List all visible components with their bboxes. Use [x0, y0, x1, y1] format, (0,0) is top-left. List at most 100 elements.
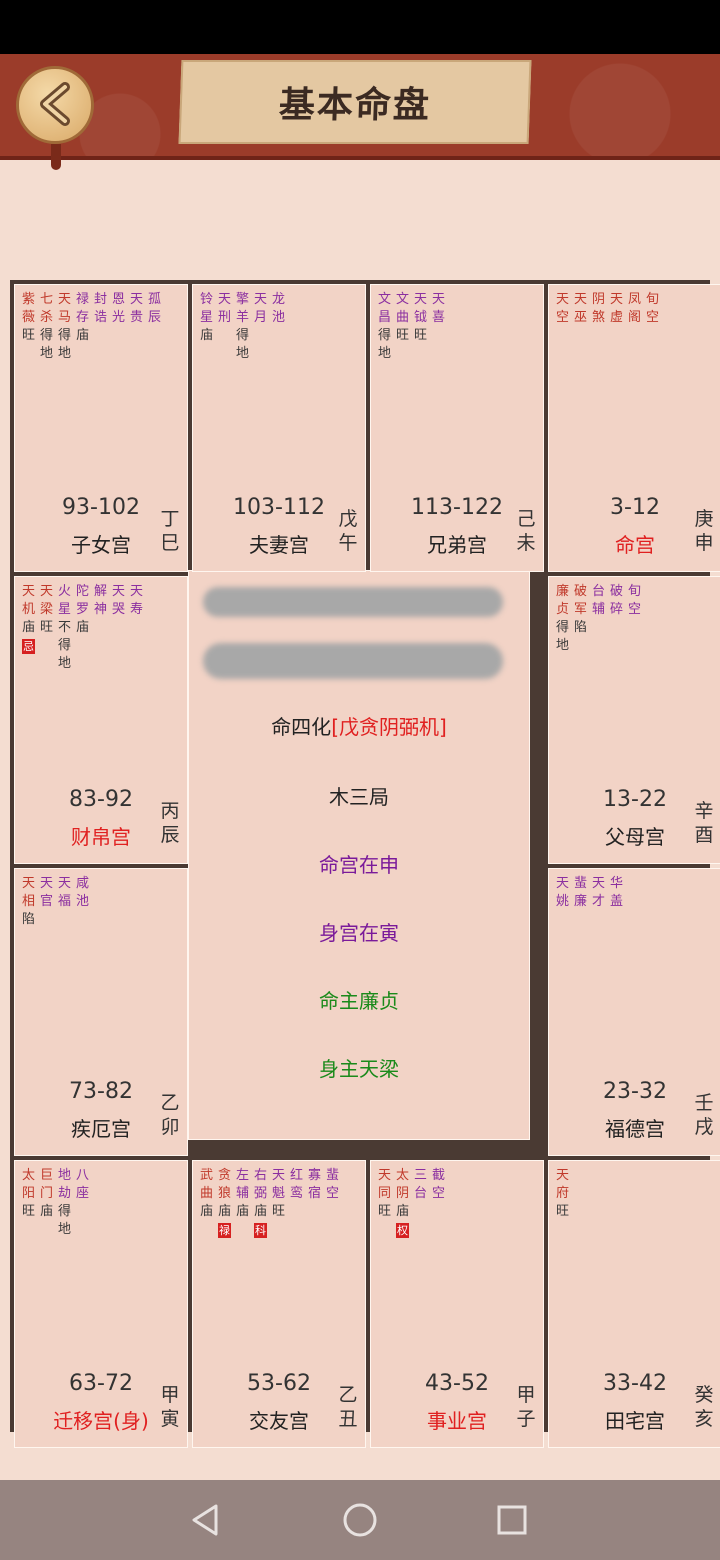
palace-fumu[interactable]: 廉贞得地破军陷台辅破碎旬空 13-22 父母宫辛酉: [548, 576, 720, 864]
star-name-char: 武: [199, 1168, 213, 1183]
shenzhu-text: 身主天梁: [319, 1057, 399, 1081]
star-name-char: 擎: [235, 292, 249, 307]
ganzhi-char: 卯: [160, 1116, 180, 1138]
star-item: 旬空: [645, 291, 660, 327]
star-name-char: 同: [377, 1186, 391, 1201]
star-name-char: 龙: [271, 292, 285, 307]
star-item: 天巫: [573, 291, 588, 327]
star-item: 天官: [39, 875, 54, 929]
palace-qianyi[interactable]: 太阳旺巨门庙地劫得地八座 63-72 迁移宫(身) 甲寅: [14, 1160, 188, 1448]
star-item: 紫薇旺: [21, 291, 36, 363]
star-item: 天魁旺: [271, 1167, 286, 1238]
star-name-char: 太: [21, 1168, 35, 1183]
star-brightness: 旺: [39, 620, 53, 635]
palace-xiongdi[interactable]: 文昌得地文曲旺天钺旺天喜 113-122 兄弟宫己未: [370, 284, 544, 572]
ganzhi-char: 巳: [160, 532, 180, 554]
star-item: 天寿: [129, 583, 144, 673]
palace-fude[interactable]: 天姚蜚廉天才华盖 23-32 福德宫壬戌: [548, 868, 720, 1156]
star-item: 蜚空: [325, 1167, 340, 1238]
star-name-char: 空: [645, 310, 659, 325]
star-name-char: 阴: [591, 292, 605, 307]
star-name-char: 左: [235, 1168, 249, 1183]
star-name-char: 杀: [39, 310, 53, 325]
star-name-char: 梁: [39, 602, 53, 617]
star-list: 天机庙忌天梁旺火星不得地陀罗庙解神天哭天寿: [21, 583, 144, 673]
star-list: 天空天巫阴煞天虚凤阁旬空: [555, 291, 660, 327]
star-brightness: 旺: [395, 328, 409, 343]
star-brightness: 旺: [377, 1204, 391, 1219]
star-item: 贪狼庙禄: [217, 1167, 232, 1238]
star-brightness: 旺: [21, 1204, 35, 1219]
recents-nav-icon[interactable]: [494, 1502, 530, 1538]
star-name-char: 狼: [217, 1186, 231, 1201]
ganzhi-char: 甲: [516, 1384, 536, 1406]
star-item: 天钺旺: [413, 291, 428, 363]
star-item: 解神: [93, 583, 108, 673]
star-brightness: 不: [57, 620, 71, 635]
star-name-char: 解: [93, 584, 107, 599]
star-name-char: 破: [609, 584, 623, 599]
star-item: 天相陷: [21, 875, 36, 929]
star-name-char: 天: [39, 876, 53, 891]
ganzhi-char: 未: [516, 532, 536, 554]
star-name-char: 刑: [217, 310, 231, 325]
star-name-char: 禄: [75, 292, 89, 307]
star-name-char: 存: [75, 310, 89, 325]
star-item: 禄存庙: [75, 291, 90, 363]
back-button[interactable]: [16, 66, 94, 144]
ganzhi-label: 癸亥: [693, 1383, 715, 1431]
star-brightness: 陷: [21, 912, 35, 927]
mingzhu-text: 命主廉贞: [319, 989, 399, 1013]
palace-fuqi[interactable]: 铃星庙天刑擎羊得地天月龙池 103-112 夫妻宫戊午: [192, 284, 366, 572]
star-name-char: 贪: [217, 1168, 231, 1183]
palace-caibo[interactable]: 天机庙忌天梁旺火星不得地陀罗庙解神天哭天寿 83-92 财帛宫丙辰: [14, 576, 188, 864]
palace-tianzhai[interactable]: 天府旺 33-42 田宅宫癸亥: [548, 1160, 720, 1448]
star-name-char: 天: [573, 292, 587, 307]
palace-jiaoyou[interactable]: 武曲庙贪狼庙禄左辅庙右弼庙科天魁旺红鸾寡宿蜚空 53-62 交友宫乙丑: [192, 1160, 366, 1448]
star-name-char: 贵: [129, 310, 143, 325]
star-item: 三台: [413, 1167, 428, 1238]
palace-zinv[interactable]: 紫薇旺七杀得地天马得地禄存庙封诰恩光天贵孤辰 93-102 子女宫丁巳: [14, 284, 188, 572]
star-item: 孤辰: [147, 291, 162, 363]
star-name-char: 天: [21, 584, 35, 599]
star-brightness: 地: [57, 1222, 71, 1237]
navigation-bar: [0, 1480, 720, 1560]
ganzhi-char: 戊: [338, 508, 358, 530]
star-name-char: 廉: [555, 584, 569, 599]
star-item: 天虚: [609, 291, 624, 327]
star-name-char: 马: [57, 310, 71, 325]
star-name-char: 罗: [75, 602, 89, 617]
star-name-char: 七: [39, 292, 53, 307]
star-brightness: 庙: [21, 620, 35, 635]
star-item: 天哭: [111, 583, 126, 673]
star-item: 华盖: [609, 875, 624, 911]
star-name-char: 华: [609, 876, 623, 891]
star-brightness: 旺: [21, 328, 35, 343]
star-brightness: 得: [39, 328, 53, 343]
palace-ming[interactable]: 天空天巫阴煞天虚凤阁旬空 3-12 命宫庚申: [548, 284, 720, 572]
star-name-char: 天: [609, 292, 623, 307]
back-nav-icon[interactable]: [188, 1502, 224, 1538]
star-brightness: 庙: [217, 1204, 231, 1219]
home-nav-icon[interactable]: [342, 1502, 378, 1538]
ganzhi-char: 酉: [694, 824, 714, 846]
star-name-char: 神: [93, 602, 107, 617]
star-name-char: 薇: [21, 310, 35, 325]
star-name-char: 福: [57, 894, 71, 909]
palace-shiye[interactable]: 天同旺太阴庙权三台截空 43-52 事业宫甲子: [370, 1160, 544, 1448]
star-name-char: 星: [57, 602, 71, 617]
star-brightness: 旺: [413, 328, 427, 343]
palace-jie[interactable]: 天相陷天官天福咸池 73-82 疾厄宫乙卯: [14, 868, 188, 1156]
star-brightness: 地: [235, 346, 249, 361]
star-list: 紫薇旺七杀得地天马得地禄存庙封诰恩光天贵孤辰: [21, 291, 162, 363]
star-item: 擎羊得地: [235, 291, 250, 363]
star-name-char: 天: [253, 292, 267, 307]
star-item: 天喜: [431, 291, 446, 363]
star-list: 天相陷天官天福咸池: [21, 875, 90, 929]
star-item: 文昌得地: [377, 291, 392, 363]
redacted-info: [203, 643, 503, 679]
star-brightness: 地: [57, 656, 71, 671]
star-item: 红鸾: [289, 1167, 304, 1238]
star-item: 蜚廉: [573, 875, 588, 911]
star-name-char: 地: [57, 1168, 71, 1183]
